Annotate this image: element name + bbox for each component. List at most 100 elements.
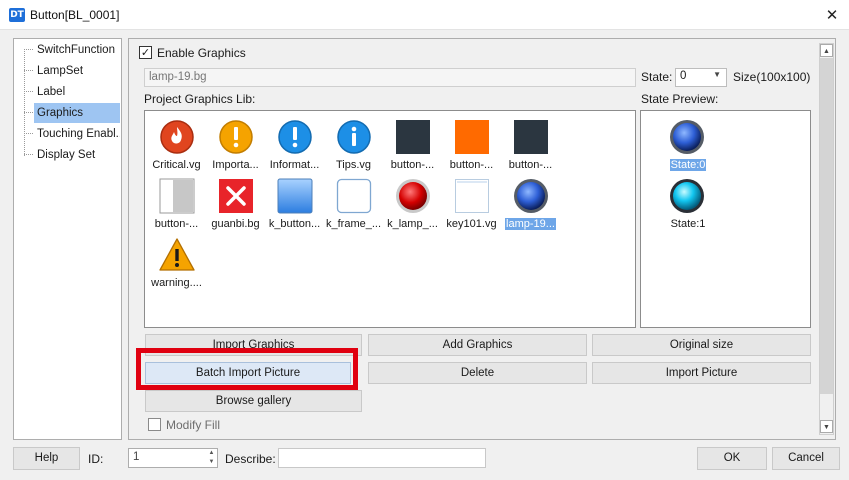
id-input[interactable]: 1: [128, 448, 218, 468]
library-item-selected[interactable]: lamp-19...: [501, 174, 560, 232]
nav-item-graphics[interactable]: Graphics: [34, 103, 120, 123]
highlight-annotation-box: [136, 348, 358, 390]
library-item-name: Critical.vg: [152, 159, 201, 171]
library-item[interactable]: Tips.vg: [324, 115, 383, 173]
library-item-name: Informat...: [269, 159, 320, 171]
close-window-button[interactable]: ✕: [815, 0, 849, 30]
window-title: Button[BL_0001]: [30, 8, 120, 22]
browse-gallery-button[interactable]: Browse gallery: [145, 390, 362, 412]
nav-item-lampset[interactable]: LampSet: [34, 61, 120, 81]
dark-square-icon: [396, 120, 430, 154]
state-item-selected[interactable]: State:0: [661, 115, 715, 173]
library-item-name: button-...: [154, 218, 199, 230]
library-item[interactable]: button-...: [147, 174, 206, 232]
describe-label: Describe:: [225, 452, 276, 466]
state-dropdown-value: 0: [680, 70, 687, 82]
library-item[interactable]: k_lamp_...: [383, 174, 442, 232]
library-item[interactable]: button-...: [383, 115, 442, 173]
modify-fill-label: Modify Fill: [166, 418, 221, 432]
state-dropdown[interactable]: 0 ▼: [675, 68, 727, 87]
information-icon: [278, 120, 312, 154]
graphics-library-list[interactable]: Critical.vg Importa... Informat... Tips.…: [144, 110, 636, 328]
nav-item-label[interactable]: Label: [34, 82, 120, 102]
key-icon: [455, 179, 489, 213]
library-item[interactable]: Informat...: [265, 115, 324, 173]
id-spinner-icon[interactable]: ▲ ▼: [206, 449, 217, 467]
cancel-button[interactable]: Cancel: [772, 447, 840, 470]
tree-line: [24, 154, 33, 155]
scroll-up-icon[interactable]: ▲: [820, 44, 833, 57]
nav-item-switchfunction[interactable]: SwitchFunction: [34, 40, 120, 60]
red-lamp-icon: [396, 179, 430, 213]
chevron-down-icon: ▼: [713, 70, 721, 79]
nav-item-display-set[interactable]: Display Set: [34, 145, 120, 165]
frame-icon: [336, 178, 372, 214]
library-item[interactable]: Critical.vg: [147, 115, 206, 173]
library-item-name: k_button...: [268, 218, 321, 230]
half-toggle-icon: [159, 178, 195, 214]
import-picture-button[interactable]: Import Picture: [592, 362, 811, 384]
orange-square-icon: [455, 120, 489, 154]
ok-button[interactable]: OK: [697, 447, 767, 470]
settings-nav-tree: SwitchFunction LampSet Label Graphics To…: [13, 38, 122, 440]
tree-line: [24, 133, 33, 134]
blue-lamp-off-icon: [670, 120, 704, 154]
dark-square-icon: [514, 120, 548, 154]
library-item-name: button-...: [508, 159, 553, 171]
graphic-path-field[interactable]: lamp-19.bg: [144, 68, 636, 87]
library-item[interactable]: k_frame_...: [324, 174, 383, 232]
state-item[interactable]: State:1: [661, 174, 715, 232]
library-item-name: k_lamp_...: [387, 218, 438, 230]
tips-icon: [337, 120, 371, 154]
library-item-name: guanbi.bg: [211, 218, 260, 230]
state-item-name: State:0: [669, 159, 707, 171]
library-item[interactable]: button-...: [442, 115, 501, 173]
library-item[interactable]: button-...: [501, 115, 560, 173]
state-preview-list[interactable]: State:0 State:1: [640, 110, 811, 328]
close-x-icon: [219, 179, 253, 213]
state-preview-label: State Preview:: [641, 92, 719, 106]
library-item[interactable]: Importa...: [206, 115, 265, 173]
tree-line: [24, 70, 33, 71]
tree-line: [24, 49, 33, 50]
delete-button[interactable]: Delete: [368, 362, 587, 384]
enable-graphics-label: Enable Graphics: [157, 46, 246, 60]
id-label: ID:: [88, 452, 104, 466]
critical-icon: [160, 120, 194, 154]
blue-button-icon: [277, 178, 313, 214]
library-item-name: key101.vg: [446, 218, 497, 230]
tree-line: [24, 112, 33, 113]
state-label: State:: [641, 70, 673, 84]
title-bar: [0, 0, 849, 30]
nav-item-touching-enable[interactable]: Touching Enabl...: [34, 124, 120, 144]
scrollbar-thumb[interactable]: [820, 58, 833, 394]
library-item[interactable]: warning....: [147, 233, 206, 291]
project-graphics-lib-label: Project Graphics Lib:: [144, 92, 256, 106]
library-item[interactable]: key101.vg: [442, 174, 501, 232]
warning-icon: [159, 238, 195, 271]
blue-lamp-on-icon: [670, 179, 704, 213]
tree-line: [24, 91, 33, 92]
enable-graphics-checkbox[interactable]: ✓: [139, 46, 152, 59]
library-item-name: lamp-19...: [505, 218, 556, 230]
add-graphics-button[interactable]: Add Graphics: [368, 334, 587, 356]
important-icon: [219, 120, 253, 154]
blue-lamp-icon: [514, 179, 548, 213]
state-item-name: State:1: [670, 218, 706, 230]
app-logo-icon: DT: [9, 8, 25, 22]
library-item[interactable]: guanbi.bg: [206, 174, 265, 232]
scroll-down-icon[interactable]: ▼: [820, 420, 833, 433]
help-button[interactable]: Help: [13, 447, 80, 470]
library-item-name: Importa...: [212, 159, 259, 171]
library-item-name: button-...: [449, 159, 494, 171]
tree-line: [24, 49, 25, 156]
library-item-name: k_frame_...: [325, 218, 382, 230]
library-item-name: Tips.vg: [335, 159, 372, 171]
library-item-name: warning....: [151, 277, 202, 289]
modify-fill-checkbox[interactable]: [148, 418, 161, 431]
size-label: Size(100x100): [733, 70, 811, 84]
original-size-button[interactable]: Original size: [592, 334, 811, 356]
describe-input[interactable]: [278, 448, 486, 468]
library-item-name: button-...: [390, 159, 435, 171]
library-item[interactable]: k_button...: [265, 174, 324, 232]
